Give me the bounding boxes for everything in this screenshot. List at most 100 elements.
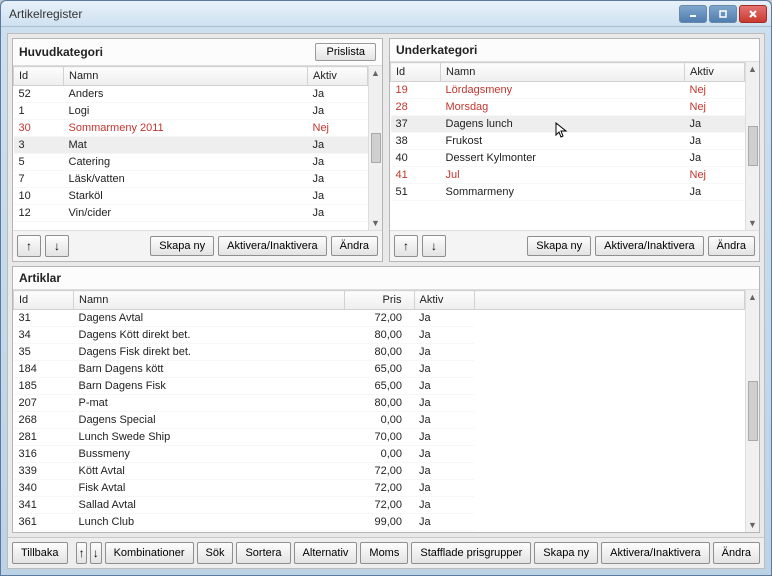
move-down-button[interactable]: ↓ xyxy=(45,235,69,257)
table-row[interactable]: 207P-mat80,00Ja xyxy=(14,395,745,412)
skapa-ny-button[interactable]: Skapa ny xyxy=(534,542,598,564)
table-row[interactable]: 28MorsdagNej xyxy=(391,99,745,116)
col-id[interactable]: Id xyxy=(391,63,441,82)
col-namn[interactable]: Namn xyxy=(64,67,308,86)
table-row[interactable]: 19LördagsmenyNej xyxy=(391,82,745,99)
table-row[interactable]: 31Dagens Avtal72,00Ja xyxy=(14,310,745,327)
scroll-up-icon[interactable]: ▲ xyxy=(371,66,380,80)
table-row[interactable]: 34Dagens Kött direkt bet.80,00Ja xyxy=(14,327,745,344)
cell-aktiv: Nej xyxy=(685,99,745,116)
table-row[interactable]: 10StarkölJa xyxy=(14,188,368,205)
table-row[interactable]: 35Dagens Fisk direkt bet.80,00Ja xyxy=(14,344,745,361)
table-row[interactable]: 341Sallad Avtal72,00Ja xyxy=(14,497,745,514)
table-row[interactable]: 52AndersJa xyxy=(14,86,368,103)
scroll-thumb[interactable] xyxy=(748,126,758,166)
stafflade-button[interactable]: Stafflade prisgrupper xyxy=(411,542,531,564)
scroll-down-icon[interactable]: ▼ xyxy=(748,518,757,532)
table-row[interactable]: 38FrukostJa xyxy=(391,133,745,150)
cell-pris: 0,00 xyxy=(344,446,414,463)
scroll-down-icon[interactable]: ▼ xyxy=(748,216,757,230)
table-row[interactable]: 7Läsk/vattenJa xyxy=(14,171,368,188)
table-row[interactable]: 37Dagens lunchJa xyxy=(391,116,745,133)
table-row[interactable]: 316Bussmeny0,00Ja xyxy=(14,446,745,463)
andra-button[interactable]: Ändra xyxy=(713,542,760,564)
scroll-down-icon[interactable]: ▼ xyxy=(371,216,380,230)
cell-namn: Anders xyxy=(64,86,308,103)
cell-id: 41 xyxy=(391,167,441,184)
cell-pris: 99,00 xyxy=(344,514,414,531)
kombinationer-button[interactable]: Kombinationer xyxy=(105,542,194,564)
col-aktiv[interactable]: Aktiv xyxy=(308,67,368,86)
move-up-button[interactable]: ↑ xyxy=(76,542,87,564)
cell-id: 38 xyxy=(391,133,441,150)
cell-pris: 80,00 xyxy=(344,327,414,344)
scroll-thumb[interactable] xyxy=(371,133,381,163)
sortera-button[interactable]: Sortera xyxy=(236,542,290,564)
col-pris[interactable]: Pris xyxy=(344,291,414,310)
move-up-button[interactable]: ↑ xyxy=(394,235,418,257)
table-row[interactable]: 1LogiJa xyxy=(14,103,368,120)
table-row[interactable]: 5CateringJa xyxy=(14,154,368,171)
table-row[interactable]: 12Vin/ciderJa xyxy=(14,205,368,222)
tillbaka-button[interactable]: Tillbaka xyxy=(12,542,68,564)
cell-id: 281 xyxy=(14,429,74,446)
moms-button[interactable]: Moms xyxy=(360,542,408,564)
andra-button[interactable]: Ändra xyxy=(331,236,378,256)
col-aktiv[interactable]: Aktiv xyxy=(414,291,474,310)
underkategori-grid[interactable]: Id Namn Aktiv 19LördagsmenyNej28MorsdagN… xyxy=(390,62,759,230)
skapa-ny-button[interactable]: Skapa ny xyxy=(527,236,591,256)
table-row[interactable]: 361Lunch Club99,00Ja xyxy=(14,514,745,531)
skapa-ny-button[interactable]: Skapa ny xyxy=(150,236,214,256)
table-row[interactable]: 40Dessert KylmonterJa xyxy=(391,150,745,167)
aktivera-inaktivera-button[interactable]: Aktivera/Inaktivera xyxy=(218,236,326,256)
table-row[interactable]: 30Sommarmeny 2011Nej xyxy=(14,120,368,137)
cell-aktiv: Nej xyxy=(685,82,745,99)
scrollbar[interactable]: ▲ ▼ xyxy=(745,290,759,532)
table-row[interactable]: 339Kött Avtal72,00Ja xyxy=(14,463,745,480)
col-id[interactable]: Id xyxy=(14,291,74,310)
cell-namn: Frukost xyxy=(441,133,685,150)
col-namn[interactable]: Namn xyxy=(441,63,685,82)
table-row[interactable]: 281Lunch Swede Ship70,00Ja xyxy=(14,429,745,446)
table-row[interactable]: 51SommarmenyJa xyxy=(391,184,745,201)
cell-aktiv: Ja xyxy=(414,429,474,446)
cell-aktiv: Ja xyxy=(414,361,474,378)
table-row[interactable]: 3MatJa xyxy=(14,137,368,154)
move-up-button[interactable]: ↑ xyxy=(17,235,41,257)
cell-pris: 65,00 xyxy=(344,378,414,395)
artiklar-grid[interactable]: Id Namn Pris Aktiv 31Dagens Avtal72,00Ja… xyxy=(13,290,759,532)
aktivera-inaktivera-button[interactable]: Aktivera/Inaktivera xyxy=(601,542,709,564)
table-row[interactable]: 41JulNej xyxy=(391,167,745,184)
move-down-button[interactable]: ↓ xyxy=(90,542,101,564)
sok-button[interactable]: Sök xyxy=(197,542,234,564)
andra-button[interactable]: Ändra xyxy=(708,236,755,256)
cell-pris: 72,00 xyxy=(344,497,414,514)
col-namn[interactable]: Namn xyxy=(74,291,345,310)
artiklar-title: Artiklar xyxy=(19,271,753,285)
scroll-thumb[interactable] xyxy=(748,381,758,441)
aktivera-inaktivera-button[interactable]: Aktivera/Inaktivera xyxy=(595,236,703,256)
scroll-up-icon[interactable]: ▲ xyxy=(748,62,757,76)
col-aktiv[interactable]: Aktiv xyxy=(685,63,745,82)
cell-namn: Lunch Swede Ship xyxy=(74,429,345,446)
minimize-button[interactable] xyxy=(679,5,707,23)
prislista-button[interactable]: Prislista xyxy=(315,43,376,61)
cell-id: 185 xyxy=(14,378,74,395)
close-button[interactable] xyxy=(739,5,767,23)
table-row[interactable]: 268Dagens Special0,00Ja xyxy=(14,412,745,429)
cell-pris: 72,00 xyxy=(344,463,414,480)
alternativ-button[interactable]: Alternativ xyxy=(294,542,358,564)
cell-aktiv: Ja xyxy=(308,154,368,171)
table-row[interactable]: 184Barn Dagens kött65,00Ja xyxy=(14,361,745,378)
scroll-up-icon[interactable]: ▲ xyxy=(748,290,757,304)
table-row[interactable]: 185Barn Dagens Fisk65,00Ja xyxy=(14,378,745,395)
huvudkategori-grid[interactable]: Id Namn Aktiv 52AndersJa1LogiJa30Sommarm… xyxy=(13,66,382,230)
scrollbar[interactable]: ▲ ▼ xyxy=(745,62,759,230)
cell-aktiv: Ja xyxy=(414,463,474,480)
move-down-button[interactable]: ↓ xyxy=(422,235,446,257)
table-row[interactable]: 340Fisk Avtal72,00Ja xyxy=(14,480,745,497)
col-id[interactable]: Id xyxy=(14,67,64,86)
cell-id: 268 xyxy=(14,412,74,429)
maximize-button[interactable] xyxy=(709,5,737,23)
scrollbar[interactable]: ▲ ▼ xyxy=(368,66,382,230)
